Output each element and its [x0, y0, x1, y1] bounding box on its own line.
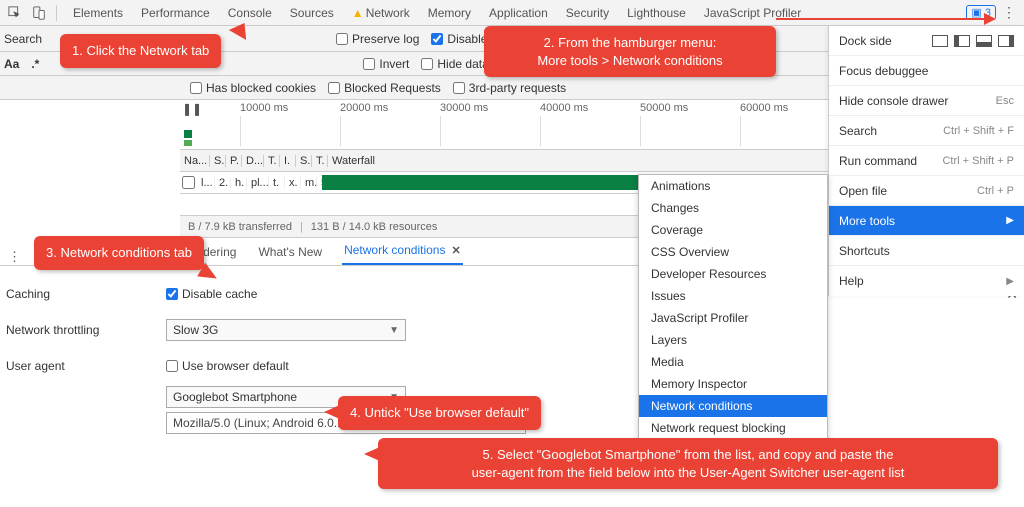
- menu-run-command[interactable]: Run commandCtrl + Shift + P: [829, 146, 1024, 176]
- submenu-item[interactable]: Memory Inspector: [639, 373, 827, 395]
- menu-more-tools[interactable]: More tools▶: [829, 206, 1024, 236]
- more-tools-submenu: AnimationsChangesCoverageCSS OverviewDev…: [638, 174, 828, 440]
- timeline-mark: [184, 130, 192, 138]
- tick: 40000 ms: [540, 102, 588, 114]
- tab-lighthouse[interactable]: Lighthouse: [625, 0, 688, 26]
- dock-bottom-icon[interactable]: [976, 35, 992, 47]
- submenu-item[interactable]: Issues: [639, 285, 827, 307]
- invert-checkbox[interactable]: Invert: [363, 57, 409, 71]
- submenu-item[interactable]: Developer Resources: [639, 263, 827, 285]
- callout-5: 5. Select "Googlebot Smartphone" from th…: [378, 438, 998, 489]
- callout-2-arrow: [776, 18, 986, 20]
- third-party-checkbox[interactable]: 3rd-party requests: [453, 81, 566, 95]
- search-label: Search: [4, 32, 42, 46]
- settings-menu: Dock side Focus debuggee Hide console dr…: [828, 26, 1024, 296]
- warning-icon: ▲: [352, 6, 364, 20]
- drawer-tab-whatsnew[interactable]: What's New: [256, 239, 324, 265]
- dock-right-icon[interactable]: [998, 35, 1014, 47]
- chevron-right-icon: ▶: [1006, 215, 1014, 226]
- submenu-item[interactable]: CSS Overview: [639, 241, 827, 263]
- submenu-item[interactable]: Network request blocking: [639, 417, 827, 439]
- submenu-item[interactable]: Media: [639, 351, 827, 373]
- blocked-requests-checkbox[interactable]: Blocked Requests: [328, 81, 441, 95]
- use-browser-default-checkbox[interactable]: Use browser default: [166, 359, 289, 373]
- tick: 20000 ms: [340, 102, 388, 114]
- menu-open-file[interactable]: Open fileCtrl + P: [829, 176, 1024, 206]
- menu-help[interactable]: Help▶: [829, 266, 1024, 296]
- callout-4: 4. Untick "Use browser default": [338, 396, 541, 430]
- menu-hide-drawer[interactable]: Hide console drawerEsc: [829, 86, 1024, 116]
- chevron-right-icon: ▶: [1006, 276, 1014, 287]
- tab-js-profiler[interactable]: JavaScript Profiler: [702, 0, 803, 26]
- submenu-item[interactable]: JavaScript Profiler: [639, 307, 827, 329]
- tab-elements[interactable]: Elements: [71, 0, 125, 26]
- dock-left-icon[interactable]: [954, 35, 970, 47]
- case-toggle[interactable]: Aa: [4, 57, 19, 71]
- tab-application[interactable]: Application: [487, 0, 550, 26]
- drawer-tab-network-conditions[interactable]: Network conditions✕: [342, 237, 463, 265]
- menu-search[interactable]: SearchCtrl + Shift + F: [829, 116, 1024, 146]
- blocked-cookies-checkbox[interactable]: Has blocked cookies: [190, 81, 316, 95]
- inspect-icon[interactable]: [4, 2, 26, 24]
- devtools-menu-button[interactable]: ⋮: [998, 4, 1020, 21]
- tab-network[interactable]: ▲Network: [350, 0, 412, 26]
- submenu-item[interactable]: Network conditions: [639, 395, 827, 417]
- device-icon[interactable]: [28, 2, 50, 24]
- row-checkbox[interactable]: [182, 176, 195, 189]
- preserve-log-checkbox[interactable]: Preserve log: [336, 32, 419, 46]
- tick: 60000 ms: [740, 102, 788, 114]
- submenu-item[interactable]: Layers: [639, 329, 827, 351]
- callout-3: 3. Network conditions tab: [34, 236, 204, 270]
- timeline-mark: [184, 140, 192, 146]
- dock-side-label: Dock side: [839, 34, 892, 48]
- devtools-tabs: Elements Performance Console Sources ▲Ne…: [63, 0, 964, 26]
- callout-1: 1. Click the Network tab: [60, 34, 221, 68]
- disable-cache-checkbox-2[interactable]: Disable cache: [166, 287, 257, 301]
- tab-security[interactable]: Security: [564, 0, 611, 26]
- drawer-menu-icon[interactable]: ⋮: [8, 249, 21, 265]
- menu-shortcuts[interactable]: Shortcuts: [829, 236, 1024, 266]
- user-agent-label: User agent: [6, 359, 146, 373]
- dock-undock-icon[interactable]: [932, 35, 948, 47]
- submenu-item[interactable]: Coverage: [639, 219, 827, 241]
- throttling-label: Network throttling: [6, 323, 146, 337]
- throttling-select[interactable]: Slow 3G▼: [166, 319, 406, 341]
- submenu-item[interactable]: Animations: [639, 175, 827, 197]
- close-icon[interactable]: ✕: [451, 244, 460, 257]
- callout-2: 2. From the hamburger menu: More tools >…: [484, 26, 776, 77]
- hide-data-checkbox[interactable]: Hide data: [421, 57, 488, 71]
- regex-toggle[interactable]: .*: [31, 57, 39, 71]
- tick: 50000 ms: [640, 102, 688, 114]
- menu-focus-debuggee[interactable]: Focus debuggee: [829, 56, 1024, 86]
- tab-performance[interactable]: Performance: [139, 0, 212, 26]
- submenu-item[interactable]: Changes: [639, 197, 827, 219]
- tab-sources[interactable]: Sources: [288, 0, 336, 26]
- chevron-down-icon: ▼: [389, 325, 399, 336]
- tab-memory[interactable]: Memory: [426, 0, 473, 26]
- tick: 10000 ms: [240, 102, 288, 114]
- tick: 30000 ms: [440, 102, 488, 114]
- caching-label: Caching: [6, 287, 146, 301]
- timeline-pause-icon[interactable]: ❚❚: [182, 102, 202, 116]
